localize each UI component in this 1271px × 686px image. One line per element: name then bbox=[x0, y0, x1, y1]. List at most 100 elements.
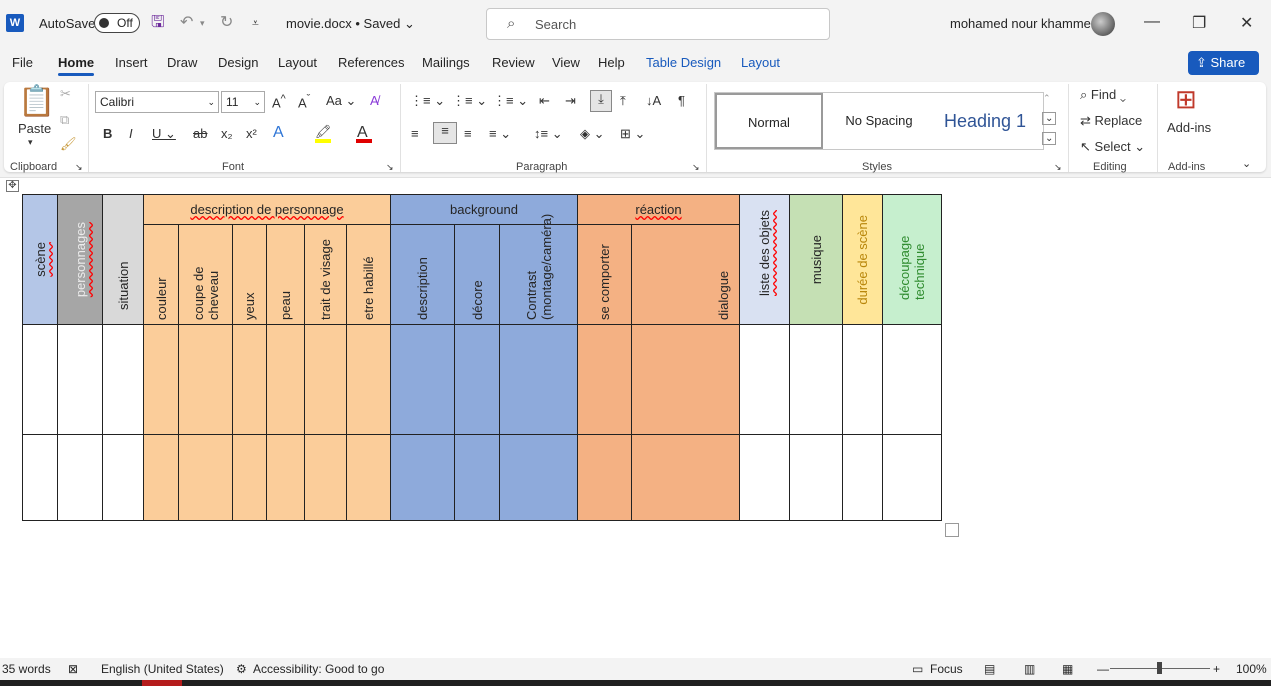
highlight-icon[interactable]: 🖍 bbox=[315, 124, 332, 140]
avatar[interactable] bbox=[1091, 12, 1115, 36]
table-cell[interactable] bbox=[454, 324, 500, 435]
align-center-icon[interactable]: ≡ bbox=[433, 122, 457, 144]
paragraph-launcher-icon[interactable]: ↘ bbox=[692, 162, 700, 173]
autosave-toggle[interactable]: Off bbox=[94, 13, 140, 33]
shrink-font-icon[interactable]: Aˇ bbox=[298, 93, 310, 110]
undo-dropdown-icon[interactable]: ▾ bbox=[200, 13, 205, 33]
decrease-indent-icon[interactable]: ⇤ bbox=[539, 93, 550, 109]
replace-button[interactable]: ⇄ Replace bbox=[1080, 113, 1142, 129]
table-cell[interactable] bbox=[102, 324, 144, 435]
header-scene[interactable]: scène bbox=[22, 194, 58, 325]
zoom-in-icon[interactable]: + bbox=[1213, 662, 1220, 676]
align-left-icon[interactable]: ≡ bbox=[411, 126, 419, 141]
table-cell[interactable] bbox=[631, 324, 740, 435]
table-cell[interactable] bbox=[143, 324, 179, 435]
tab-view[interactable]: View bbox=[552, 55, 580, 70]
text-direction-icon[interactable]: ⤓ bbox=[590, 90, 612, 112]
grow-font-icon[interactable]: A^ bbox=[272, 93, 286, 110]
table-cell[interactable] bbox=[22, 434, 58, 521]
proofing-icon[interactable]: ⊠ bbox=[68, 662, 78, 676]
shading-icon[interactable]: ◈ ⌄ bbox=[580, 126, 605, 142]
document-title[interactable]: movie.docx • Saved ⌄ bbox=[286, 16, 415, 32]
table-cell[interactable] bbox=[499, 434, 578, 521]
table-cell[interactable] bbox=[842, 434, 883, 521]
table-cell[interactable] bbox=[57, 324, 103, 435]
table-cell[interactable] bbox=[178, 434, 233, 521]
table-cell[interactable] bbox=[143, 434, 179, 521]
styles-scroll-up-icon[interactable]: ⌃ bbox=[1043, 93, 1051, 104]
table-cell[interactable] bbox=[266, 434, 305, 521]
table-cell[interactable] bbox=[739, 324, 790, 435]
table-cell[interactable] bbox=[346, 324, 391, 435]
redo-icon[interactable]: ↻ bbox=[220, 13, 233, 33]
font-size-select[interactable]: 11 ⌄ bbox=[221, 91, 265, 113]
cell-margins-icon[interactable]: ⤒ bbox=[620, 93, 626, 109]
style-heading-1[interactable]: Heading 1 bbox=[935, 93, 1035, 149]
focus-icon[interactable]: ▭ bbox=[912, 662, 923, 676]
show-marks-icon[interactable]: ¶ bbox=[678, 93, 685, 108]
customize-qat-icon[interactable]: ⩡ bbox=[252, 13, 259, 33]
bold-icon[interactable]: B bbox=[103, 126, 112, 141]
tab-design[interactable]: Design bbox=[218, 55, 258, 70]
language-indicator[interactable]: English (United States) bbox=[101, 662, 224, 676]
tab-review[interactable]: Review bbox=[492, 55, 535, 70]
table-move-handle-icon[interactable]: ✥ bbox=[6, 180, 19, 192]
accessibility-status[interactable]: Accessibility: Good to go bbox=[253, 662, 384, 676]
table-cell[interactable] bbox=[577, 434, 632, 521]
header-liste-objets[interactable]: liste des objets bbox=[739, 194, 790, 325]
font-family-select[interactable]: Calibri ⌄ bbox=[95, 91, 219, 113]
table-cell[interactable] bbox=[882, 434, 942, 521]
subheader-contrast[interactable]: Contrast (montage/caméra) bbox=[499, 213, 578, 325]
increase-indent-icon[interactable]: ⇥ bbox=[565, 93, 576, 109]
word-count[interactable]: 35 words bbox=[2, 662, 51, 676]
justify-icon[interactable]: ≡ ⌄ bbox=[489, 126, 511, 142]
table-cell[interactable] bbox=[304, 434, 347, 521]
italic-icon[interactable]: I bbox=[129, 126, 133, 141]
table-cell[interactable] bbox=[454, 434, 500, 521]
table-cell[interactable] bbox=[390, 324, 455, 435]
subheader-etre-habille[interactable]: etre habillé bbox=[346, 224, 391, 325]
header-reaction[interactable]: réaction bbox=[577, 194, 740, 225]
search-box[interactable]: ⌕ Search bbox=[486, 8, 830, 40]
subheader-se-comporter[interactable]: se comporter bbox=[577, 224, 632, 325]
subscript-icon[interactable]: x₂ bbox=[221, 126, 233, 141]
zoom-out-icon[interactable]: — bbox=[1097, 662, 1109, 676]
tab-home[interactable]: Home bbox=[58, 55, 95, 76]
line-spacing-icon[interactable]: ↕≡ ⌄ bbox=[534, 126, 563, 142]
taskbar-active-app[interactable] bbox=[142, 680, 182, 686]
table-cell[interactable] bbox=[304, 324, 347, 435]
sort-icon[interactable]: ↓A bbox=[646, 93, 661, 108]
tab-references[interactable]: References bbox=[338, 55, 404, 70]
focus-button[interactable]: Focus bbox=[930, 662, 963, 676]
undo-icon[interactable]: ↶ bbox=[180, 13, 193, 33]
table-cell[interactable] bbox=[577, 324, 632, 435]
read-mode-icon[interactable]: ▤ bbox=[984, 662, 995, 676]
cut-icon[interactable]: ✂ bbox=[60, 86, 71, 102]
collapse-ribbon-icon[interactable]: ⌄ bbox=[1242, 157, 1251, 170]
numbering-icon[interactable]: ⋮≡ ⌄ bbox=[452, 93, 487, 109]
paste-icon[interactable]: 📋 bbox=[18, 84, 55, 119]
subheader-decore[interactable]: décore bbox=[454, 224, 500, 325]
minimize-icon[interactable]: — bbox=[1144, 13, 1160, 31]
superscript-icon[interactable]: x² bbox=[246, 126, 257, 141]
tab-table-layout[interactable]: Layout bbox=[741, 55, 780, 70]
table-cell[interactable] bbox=[789, 434, 843, 521]
align-right-icon[interactable]: ≡ bbox=[464, 126, 472, 141]
tab-table-design[interactable]: Table Design bbox=[646, 55, 721, 70]
bullets-icon[interactable]: ⋮≡ ⌄ bbox=[410, 93, 445, 109]
clipboard-launcher-icon[interactable]: ↘ bbox=[75, 162, 83, 173]
table-cell[interactable] bbox=[266, 324, 305, 435]
table-cell[interactable] bbox=[499, 324, 578, 435]
subheader-trait-de-visage[interactable]: trait de visage bbox=[304, 224, 347, 325]
table-cell[interactable] bbox=[346, 434, 391, 521]
subheader-couleur[interactable]: couleur bbox=[143, 224, 179, 325]
zoom-slider-thumb[interactable] bbox=[1157, 662, 1162, 674]
close-icon[interactable]: ✕ bbox=[1240, 13, 1253, 33]
header-duree-scene[interactable]: durée de scène bbox=[842, 194, 883, 325]
table-cell[interactable] bbox=[842, 324, 883, 435]
zoom-level[interactable]: 100% bbox=[1236, 662, 1267, 676]
add-ins-icon[interactable]: ⊞ bbox=[1175, 84, 1197, 115]
strikethrough-icon[interactable]: ab bbox=[193, 126, 207, 141]
web-layout-icon[interactable]: ▦ bbox=[1062, 662, 1073, 676]
find-button[interactable]: ⌕ Find ⌄ bbox=[1080, 87, 1126, 103]
